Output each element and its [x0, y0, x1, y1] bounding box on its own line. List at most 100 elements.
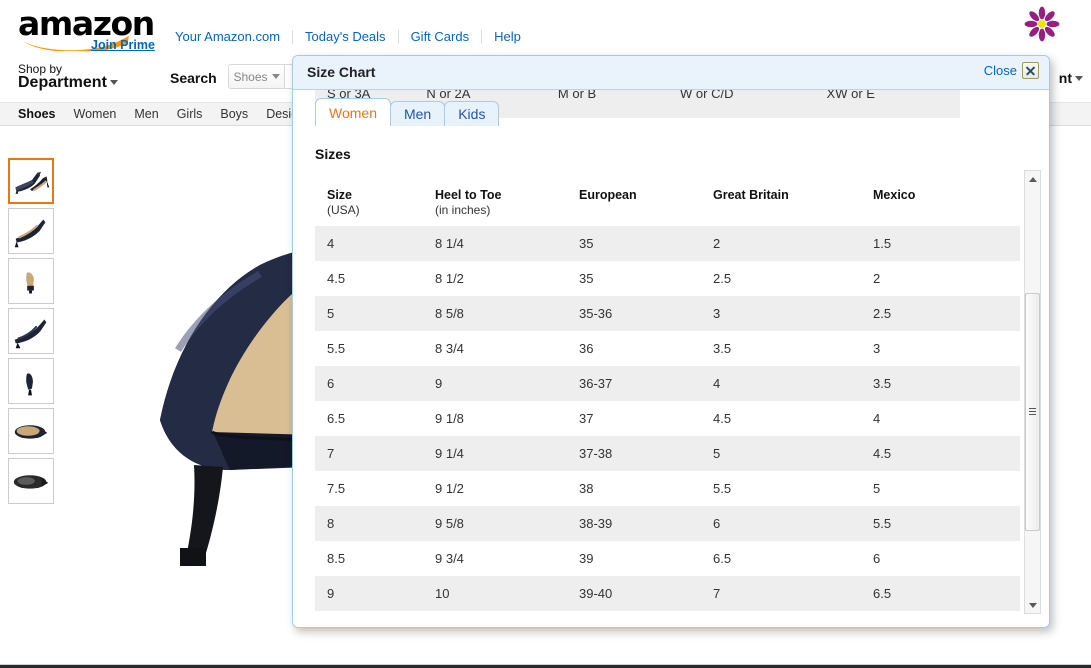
cell-mx: 2.5 [861, 296, 1020, 331]
account-menu-partial[interactable]: nt [1059, 70, 1083, 86]
subnav-item-men[interactable]: Men [134, 107, 158, 121]
join-prime-link[interactable]: Join Prime [91, 38, 155, 52]
table-row: 48 1/4 35 2 1.5 [315, 226, 1020, 261]
cell-euro: 39 [567, 541, 701, 576]
top-link-gift-cards[interactable]: Gift Cards [399, 29, 482, 44]
cell-mx: 3 [861, 331, 1020, 366]
cell-heel: 9 [423, 366, 567, 401]
cell-heel: 9 1/2 [423, 471, 567, 506]
product-thumbnail-3[interactable] [8, 258, 54, 304]
cell-gb: 3.5 [701, 331, 861, 366]
cell-size: 8 [315, 506, 423, 541]
scroll-up-button[interactable] [1025, 171, 1040, 187]
product-thumbnail-7[interactable] [8, 458, 54, 504]
shoe-front-thumb-icon [26, 272, 34, 294]
cell-gb: 4.5 [701, 401, 861, 436]
column-header-great-britain: Great Britain [713, 188, 789, 202]
cell-heel: 8 3/4 [423, 331, 567, 366]
cell-heel: 10 [423, 576, 567, 611]
table-row: 58 5/8 35-36 3 2.5 [315, 296, 1020, 331]
search-scope-dropdown[interactable]: Shoes [228, 64, 284, 89]
modal-header: Size Chart Close [293, 56, 1049, 90]
cell-gb: 4 [701, 366, 861, 401]
cell-euro: 35-36 [567, 296, 701, 331]
column-header-heel-to-toe: Heel to Toe (in inches) [435, 188, 502, 217]
cell-mx: 6.5 [861, 576, 1020, 611]
modal-vertical-scrollbar[interactable] [1024, 170, 1041, 614]
modal-scroll-content: S or 3A N or 2A M or B W or C/D XW or E … [293, 90, 1033, 611]
subnav-item-shoes[interactable]: Shoes [18, 107, 56, 121]
close-icon[interactable] [1022, 62, 1039, 79]
chevron-down-icon [271, 74, 280, 79]
cell-euro: 37-38 [567, 436, 701, 471]
cell-euro: 35 [567, 261, 701, 296]
product-thumbnail-5[interactable] [8, 358, 54, 404]
search-scope-value: Shoes [233, 69, 268, 84]
product-thumbnail-6[interactable] [8, 408, 54, 454]
cell-gb: 6 [701, 506, 861, 541]
shoe-pair-thumb-icon [15, 171, 50, 194]
width-cell-w: W or C/D [668, 90, 815, 118]
product-thumbnail-1[interactable] [8, 158, 54, 204]
top-link-your-amazon[interactable]: Your Amazon.com [175, 29, 292, 44]
site-topbar: amazon Join Prime Your Amazon.com Today'… [0, 0, 1091, 91]
chevron-down-icon [1075, 76, 1083, 81]
cell-euro: 36 [567, 331, 701, 366]
table-row: 6 9 36-37 4 3.5 [315, 366, 1020, 401]
search-label: Search [170, 70, 217, 86]
product-thumbnail-2[interactable] [8, 208, 54, 254]
shop-by-department-button[interactable]: Shop by Department [18, 62, 118, 91]
tab-kids[interactable]: Kids [444, 101, 500, 126]
modal-body: S or 3A N or 2A M or B W or C/D XW or E … [293, 90, 1049, 627]
cell-heel: 9 1/4 [423, 436, 567, 471]
top-link-help[interactable]: Help [482, 29, 533, 44]
subnav-item-boys[interactable]: Boys [220, 107, 248, 121]
tab-women[interactable]: Women [315, 98, 391, 126]
width-cell-m: M or B [545, 90, 669, 118]
cell-euro: 35 [567, 226, 701, 261]
cell-gb: 2 [701, 226, 861, 261]
cell-gb: 5 [701, 436, 861, 471]
cell-size: 6.5 [315, 401, 423, 436]
cell-size: 7 [315, 436, 423, 471]
scrollbar-thumb[interactable] [1025, 293, 1040, 531]
cell-gb: 7 [701, 576, 861, 611]
modal-scroll-viewport: S or 3A N or 2A M or B W or C/D XW or E … [293, 90, 1033, 627]
sizes-table-header-row: Size (USA) Heel to Toe (in inches) Europ… [315, 188, 1020, 226]
shoe-profile-thumb-icon [14, 319, 47, 349]
table-row: 7.5 9 1/2 38 5.5 5 [315, 471, 1020, 506]
size-chart-modal: Size Chart Close Women Men Kids S or 3A … [292, 55, 1050, 628]
product-thumbnail-4[interactable] [8, 308, 54, 354]
product-thumbnail-list [8, 158, 56, 508]
table-row: 5.5 8 3/4 36 3.5 3 [315, 331, 1020, 366]
cell-mx: 5 [861, 471, 1020, 506]
scroll-down-button[interactable] [1025, 597, 1040, 613]
column-header-european: European [579, 188, 637, 202]
cell-size: 4.5 [315, 261, 423, 296]
column-header-mexico: Mexico [873, 188, 916, 202]
chevron-down-icon [109, 80, 118, 85]
flower-cursor-icon [1024, 6, 1060, 42]
tab-men[interactable]: Men [389, 101, 446, 126]
scroll-up-arrow-icon [1028, 176, 1037, 182]
cell-gb: 3 [701, 296, 861, 331]
amazon-logo[interactable]: amazon Join Prime [18, 7, 168, 52]
shoe-side-thumb-icon [14, 219, 46, 248]
subnav-item-girls[interactable]: Girls [177, 107, 203, 121]
cell-heel: 9 1/8 [423, 401, 567, 436]
cell-size: 7.5 [315, 471, 423, 506]
sizes-heading: Sizes [315, 146, 351, 162]
top-link-todays-deals[interactable]: Today's Deals [293, 29, 398, 44]
close-label: Close [983, 63, 1017, 78]
cell-size: 8.5 [315, 541, 423, 576]
cell-heel: 8 1/2 [423, 261, 567, 296]
sizes-table-body: 48 1/4 35 2 1.5 4.5 8 1/2 35 2.5 2 58 5/8 35-36 3… [315, 226, 1020, 611]
table-row: 4.5 8 1/2 35 2.5 2 [315, 261, 1020, 296]
cell-euro: 39-40 [567, 576, 701, 611]
subnav-item-women[interactable]: Women [74, 107, 117, 121]
cell-heel: 9 5/8 [423, 506, 567, 541]
shoe-top-thumb-icon [14, 425, 48, 439]
cell-mx: 5.5 [861, 506, 1020, 541]
close-button[interactable]: Close [984, 62, 1039, 79]
cell-size: 5.5 [315, 331, 423, 366]
